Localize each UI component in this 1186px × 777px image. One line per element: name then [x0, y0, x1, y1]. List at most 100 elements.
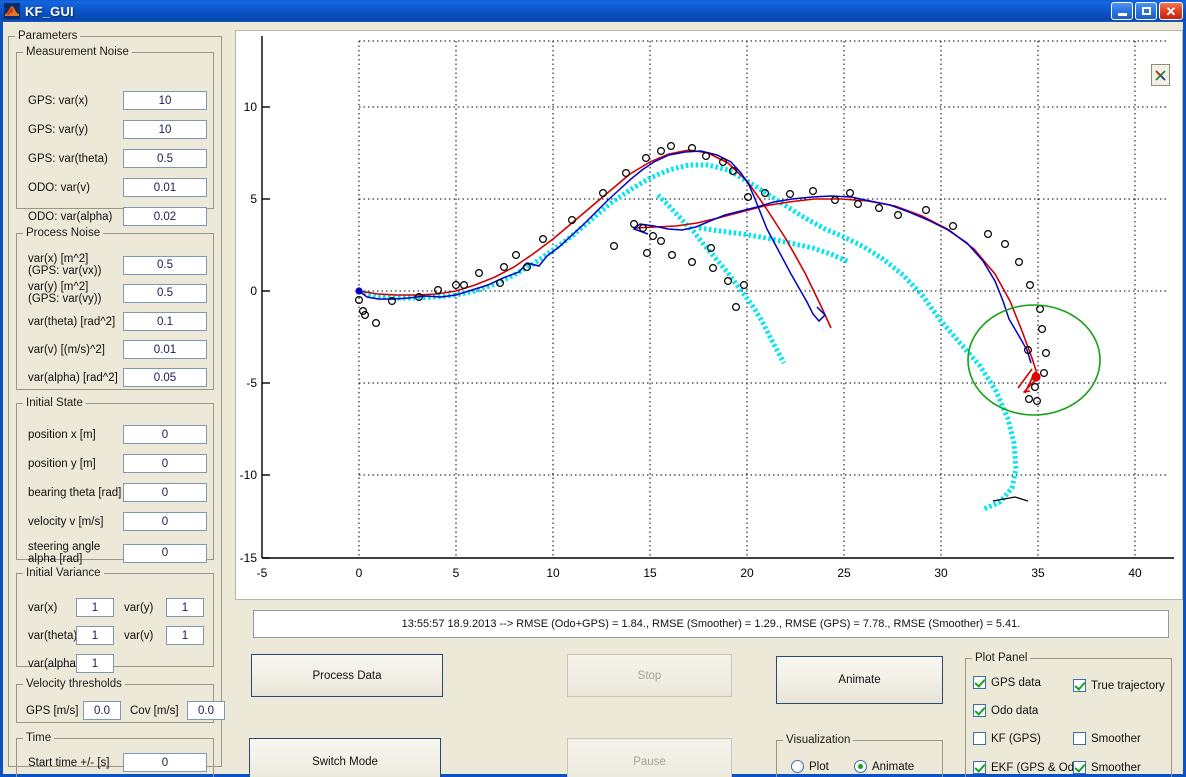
input-vel-cov[interactable]: 0.0	[187, 701, 225, 720]
input-position-x[interactable]: 0	[123, 425, 207, 444]
label-proc-var-theta: var(theta) [rad^2]	[28, 315, 116, 328]
field-row-odo-var-v: ODO: var(v) 0.01	[28, 178, 207, 197]
field-row-proc-var-v: var(v) [(m/s)^2] 0.01	[28, 340, 207, 359]
field-row-vel-gps: GPS [m/s] 0.0 Cov [m/s] 0.0	[26, 701, 225, 720]
label-odo-var-v: ODO: var(v)	[28, 181, 90, 194]
input-init-var-v[interactable]: 1	[166, 626, 204, 645]
plot-panel-legend: Plot Panel	[975, 652, 1028, 664]
checkbox-kf-gps-box	[973, 732, 986, 745]
input-vel-gps[interactable]: 0.0	[83, 701, 121, 720]
current-position-marker	[1031, 372, 1041, 382]
minimize-icon	[1117, 12, 1127, 16]
checkbox-smoother-ekf[interactable]: Smoother	[1073, 761, 1141, 774]
input-proc-var-v[interactable]: 0.01	[123, 340, 207, 359]
minimize-button[interactable]	[1111, 2, 1133, 20]
field-row-gps-var-y: GPS: var(y) 10	[28, 120, 207, 139]
pause-button[interactable]: Pause	[567, 738, 732, 777]
plot-close-button[interactable]	[1151, 64, 1170, 86]
label-init-var-theta: var(theta)	[28, 629, 78, 642]
checkbox-smoother-ekf-box	[1073, 761, 1086, 774]
field-row-init-var-x: var(x) 1 var(y) 1	[28, 598, 204, 617]
input-init-var-alpha[interactable]: 1	[76, 654, 114, 673]
kf-gui-window: KF_GUI ✕ Parameters Measurement Noise GP…	[0, 0, 1186, 777]
checkbox-odo-data-label: Odo data	[991, 704, 1039, 717]
input-steering-alpha[interactable]: 0	[123, 543, 207, 563]
initial-variance-legend: Initial Variance	[26, 567, 101, 579]
input-odo-var-alpha[interactable]: 0.02	[123, 207, 207, 226]
label-bearing-theta: bearing theta [rad]	[28, 486, 122, 499]
input-gps-var-theta[interactable]: 0.5	[123, 149, 207, 168]
label-init-var-y: var(y)	[124, 601, 154, 614]
close-icon: ✕	[1165, 3, 1177, 19]
input-proc-var-y[interactable]: 0.5	[123, 283, 207, 303]
svg-text:0: 0	[356, 566, 363, 580]
radio-plot[interactable]: Plot	[791, 760, 829, 773]
process-noise-group: Process Noise	[16, 227, 214, 390]
input-proc-var-x[interactable]: 0.5	[123, 255, 207, 275]
input-init-var-x[interactable]: 1	[76, 598, 114, 617]
input-odo-var-v[interactable]: 0.01	[123, 178, 207, 197]
checkbox-odo-data-box	[973, 704, 986, 717]
svg-text:35: 35	[1031, 566, 1045, 580]
checkbox-true-trajectory[interactable]: True trajectory	[1073, 679, 1165, 692]
checkbox-kf-gps[interactable]: KF (GPS)	[973, 732, 1041, 745]
svg-text:-5: -5	[257, 566, 268, 580]
input-velocity-v[interactable]: 0	[123, 512, 207, 531]
input-init-var-y[interactable]: 1	[166, 598, 204, 617]
measurement-noise-legend: Measurement Noise	[26, 46, 129, 58]
checkbox-smoother-kf[interactable]: Smoother	[1073, 732, 1141, 745]
field-row-proc-var-x: var(x) [m^2] (GPS: var(vx)) 0.5	[28, 253, 207, 277]
field-row-velocity-v: velocity v [m/s] 0	[28, 512, 207, 531]
time-legend: Time	[26, 732, 52, 744]
matlab-logo-icon	[4, 3, 20, 19]
checkbox-gps-data-box	[973, 676, 986, 689]
maximize-button[interactable]	[1135, 2, 1157, 20]
trajectory-plot-svg: 10 5 0 -5 -10 -15 -5 0 5 10 15 20 25 30 …	[236, 31, 1182, 599]
svg-text:10: 10	[546, 566, 560, 580]
input-gps-var-y[interactable]: 10	[123, 120, 207, 139]
label-start-time: Start time +/- [s]	[28, 756, 110, 769]
checkbox-ekf-gps-odo[interactable]: EKF (GPS & Odo)	[973, 761, 1084, 774]
svg-text:-15: -15	[240, 551, 258, 565]
svg-text:20: 20	[740, 566, 754, 580]
checkbox-ekf-gps-odo-label: EKF (GPS & Odo)	[991, 761, 1085, 774]
initial-variance-group: Initial Variance	[16, 567, 214, 667]
stop-button[interactable]: Stop	[567, 654, 732, 697]
field-row-odo-var-alpha: ODO: var(alpha) 0.02	[28, 207, 207, 226]
checkbox-smoother-kf-box	[1073, 732, 1086, 745]
field-row-position-x: position x [m] 0	[28, 425, 207, 444]
checkbox-gps-data[interactable]: GPS data	[973, 676, 1041, 689]
field-row-proc-var-alpha: var(alpha) [rad^2] 0.05	[28, 368, 207, 387]
label-position-x: position x [m]	[28, 428, 96, 441]
svg-text:-5: -5	[246, 376, 257, 390]
field-row-start-time: Start time +/- [s] 0	[28, 753, 207, 772]
close-button[interactable]: ✕	[1159, 2, 1183, 20]
svg-text:5: 5	[250, 192, 257, 206]
title-bar: KF_GUI ✕	[0, 0, 1186, 22]
checkbox-gps-data-label: GPS data	[991, 676, 1041, 689]
window-body: Parameters Measurement Noise GPS: var(x)…	[0, 22, 1186, 777]
input-position-y[interactable]: 0	[123, 454, 207, 473]
input-proc-var-theta[interactable]: 0.1	[123, 312, 207, 331]
input-proc-var-alpha[interactable]: 0.05	[123, 368, 207, 387]
checkbox-kf-gps-label: KF (GPS)	[991, 732, 1041, 745]
label-velocity-v: velocity v [m/s]	[28, 515, 104, 528]
switch-mode-button[interactable]: Switch Mode	[249, 738, 441, 777]
field-row-steering-alpha: steering angle alpha [rad] 0	[28, 541, 207, 565]
svg-text:0: 0	[250, 284, 257, 298]
checkbox-smoother-ekf-label: Smoother	[1091, 761, 1141, 774]
animate-button[interactable]: Animate	[776, 656, 943, 704]
input-gps-var-x[interactable]: 10	[123, 91, 207, 110]
field-row-gps-var-theta: GPS: var(theta) 0.5	[28, 149, 207, 168]
input-bearing-theta[interactable]: 0	[123, 483, 207, 502]
field-row-position-y: position y [m] 0	[28, 454, 207, 473]
input-init-var-theta[interactable]: 1	[76, 626, 114, 645]
radio-animate[interactable]: Animate	[854, 760, 914, 773]
input-start-time[interactable]: 0	[123, 753, 207, 772]
label-init-var-x: var(x)	[28, 601, 58, 614]
status-text: 13:55:57 18.9.2013 --> RMSE (Odo+GPS) = …	[401, 618, 1021, 630]
velocity-thresholds-legend: Velocity thresholds	[26, 678, 122, 690]
matlab-x-icon	[1155, 69, 1166, 81]
process-data-button[interactable]: Process Data	[251, 654, 443, 697]
checkbox-odo-data[interactable]: Odo data	[973, 704, 1038, 717]
